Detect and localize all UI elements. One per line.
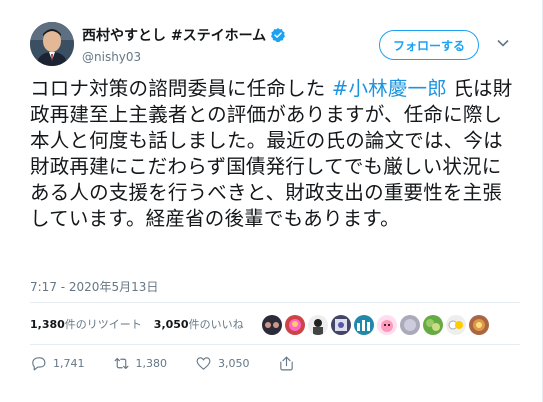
like-stat[interactable]: 3,050件のいいね — [154, 316, 244, 332]
like-count: 3,050 — [218, 356, 250, 370]
retweet-stat[interactable]: 1,380件のリツイート — [30, 316, 142, 332]
reply-button[interactable]: 1,741 — [30, 355, 85, 372]
liker-avatar-7[interactable] — [400, 315, 420, 335]
retweet-count: 1,380 — [135, 356, 168, 370]
share-button[interactable] — [278, 355, 295, 372]
divider-bottom — [30, 344, 520, 345]
retweet-stat-count: 1,380 — [30, 318, 65, 331]
liker-avatar-10[interactable] — [469, 315, 489, 335]
hashtag-link[interactable]: #小林慶一郎 — [332, 77, 447, 100]
engagement-stats: 1,380件のリツイート 3,050件のいいね — [30, 312, 256, 336]
user-names: 西村やすとし #ステイホーム @nishy03 — [82, 25, 286, 64]
chevron-down-icon[interactable] — [496, 36, 510, 50]
user-handle: @nishy03 — [82, 50, 142, 64]
liker-avatar-9[interactable] — [446, 315, 466, 335]
heart-icon — [196, 356, 211, 370]
like-stat-label: 件のいいね — [188, 318, 244, 331]
follow-button[interactable]: フォローする — [379, 30, 479, 60]
retweet-stat-label: 件のリツイート — [64, 318, 142, 331]
avatar-photo-icon — [30, 22, 74, 66]
tweet-text-part-1: コロナ対策の諮問委員に任命した — [30, 77, 332, 100]
tweet-timestamp[interactable]: 7:17 - 2020年5月13日 — [30, 278, 158, 295]
reply-icon — [32, 356, 46, 370]
liker-avatar-2[interactable] — [285, 315, 305, 335]
liker-avatar-1[interactable] — [262, 315, 282, 335]
divider-top — [30, 302, 520, 303]
like-button[interactable]: 3,050 — [195, 355, 250, 372]
tweet-header: 西村やすとし #ステイホーム @nishy03 フォローする — [30, 22, 520, 70]
display-name-text: 西村やすとし #ステイホーム — [82, 28, 267, 44]
display-name[interactable]: 西村やすとし #ステイホーム — [82, 25, 286, 45]
avatar[interactable] — [30, 22, 74, 66]
like-stat-count: 3,050 — [153, 318, 189, 331]
retweet-icon — [114, 357, 128, 369]
verified-badge-icon — [271, 28, 286, 42]
share-icon — [279, 356, 293, 370]
liker-avatar-5[interactable] — [354, 315, 374, 335]
liker-avatar-6[interactable] — [377, 315, 397, 335]
liker-avatar-4[interactable] — [331, 315, 351, 335]
tweet-card: 西村やすとし #ステイホーム @nishy03 フォローする コロナ対策の諮問委… — [0, 0, 543, 402]
liker-avatars — [262, 315, 489, 335]
tweet-actions: 1,741 1,380 3,050 — [30, 352, 323, 374]
liker-avatar-8[interactable] — [423, 315, 443, 335]
retweet-button[interactable]: 1,380 — [113, 355, 168, 372]
reply-count: 1,741 — [53, 356, 85, 370]
tweet-text: コロナ対策の諮問委員に任命した #小林慶一郎 氏は財政再建至上主義者との評価があ… — [30, 76, 520, 232]
liker-avatar-3[interactable] — [308, 315, 328, 335]
